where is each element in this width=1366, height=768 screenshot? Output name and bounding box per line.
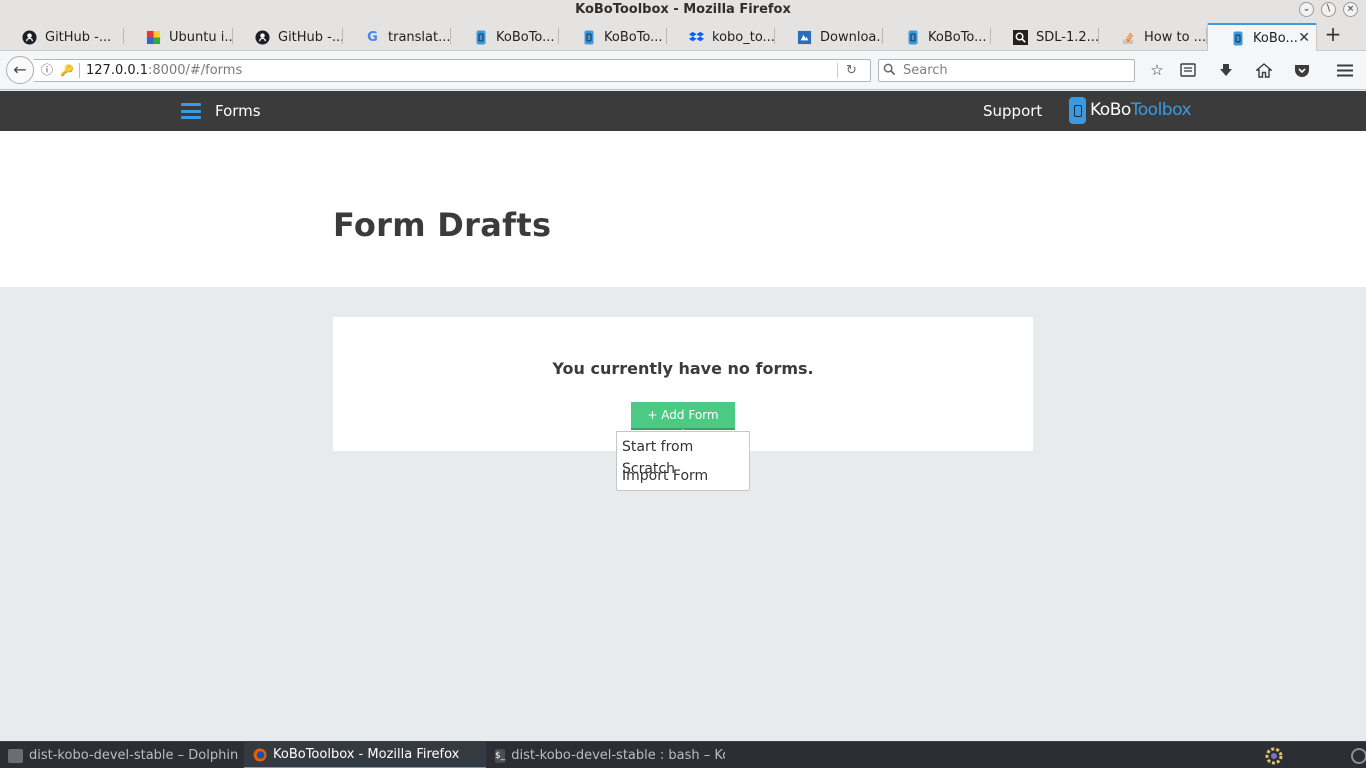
- download-icon[interactable]: [1215, 60, 1237, 82]
- taskbar-label: KoBoToolbox - Mozilla Firefox: [273, 747, 460, 762]
- stackoverflow-icon: [1121, 30, 1136, 45]
- window-title: KoBoToolbox - Mozilla Firefox: [575, 2, 791, 17]
- maximize-icon[interactable]: ∖: [1321, 2, 1336, 17]
- os-taskbar: dist-kobo-devel-stable – Dolphin KoBoToo…: [0, 741, 1366, 768]
- browser-tab[interactable]: GitHub -...: [0, 23, 124, 51]
- tab-strip: GitHub -... Ubuntu i... GitHub -... G tr…: [0, 20, 1366, 51]
- back-button[interactable]: ←: [6, 56, 34, 84]
- kobo-logo-icon: [1069, 96, 1086, 124]
- url-divider: [837, 63, 838, 78]
- firefox-icon: [252, 748, 267, 762]
- window-titlebar: KoBoToolbox - Mozilla Firefox ⌄ ∖ ×: [0, 0, 1366, 20]
- google-icon: G: [367, 29, 378, 45]
- kobo-icon: [905, 30, 920, 45]
- search-icon: [883, 59, 896, 83]
- search-site-icon: [1013, 29, 1028, 45]
- logo-text: KoBoToolbox: [1090, 100, 1192, 120]
- browser-tab[interactable]: G translat...: [343, 23, 451, 51]
- browser-tab[interactable]: KoBoTo...: [883, 23, 991, 51]
- taskbar-item-dolphin[interactable]: dist-kobo-devel-stable – Dolphin: [0, 742, 243, 768]
- url-host: 127.0.0.1: [86, 63, 149, 78]
- kobotoolbox-logo[interactable]: KoBoToolbox: [1069, 96, 1192, 124]
- tab-label: KoBoTo...: [604, 29, 663, 45]
- page-header: Form Drafts: [0, 131, 1366, 287]
- terminal-icon: $_: [495, 748, 506, 763]
- new-tab-icon[interactable]: +: [1321, 24, 1345, 46]
- nav-title-forms[interactable]: Forms: [215, 91, 261, 131]
- taskbar-label: dist-kobo-devel-stable – Dolphin: [29, 748, 239, 763]
- browser-tab[interactable]: Downloa...: [775, 23, 883, 51]
- start-from-scratch-option[interactable]: Start from Scratch: [617, 436, 749, 477]
- tab-label: kobo_to...: [712, 29, 775, 45]
- page-title: Form Drafts: [333, 206, 552, 244]
- close-tab-icon[interactable]: ✕: [1298, 30, 1310, 46]
- logo-word-toolbox: Toolbox: [1130, 100, 1192, 120]
- browser-tab-active[interactable]: KoBo... ✕: [1207, 23, 1317, 51]
- hamburger-menu-icon[interactable]: [181, 103, 201, 119]
- browser-tab[interactable]: SDL-1.2....: [991, 23, 1099, 51]
- kobo-icon: [473, 30, 488, 45]
- home-icon[interactable]: [1253, 60, 1275, 82]
- add-form-dropdown: Start from Scratch Import Form: [616, 431, 750, 491]
- browser-tab[interactable]: How to ...: [1099, 23, 1207, 51]
- browser-tab[interactable]: GitHub -...: [233, 23, 343, 51]
- bookmark-star-icon[interactable]: ☆: [1146, 60, 1168, 82]
- browser-tab[interactable]: kobo_to...: [667, 23, 775, 51]
- tab-label: GitHub -...: [278, 29, 343, 45]
- back-arrow-icon: ←: [13, 60, 27, 79]
- browser-tab[interactable]: KoBoTo...: [451, 23, 559, 51]
- system-tray-settings-icon[interactable]: [1265, 747, 1283, 765]
- info-icon[interactable]: ⓘ: [41, 60, 53, 81]
- search-placeholder: Search: [903, 63, 948, 78]
- reading-list-icon[interactable]: [1177, 60, 1199, 82]
- ubuntu-icon: [146, 30, 161, 45]
- url-bar[interactable]: ⓘ 🔑 127.0.0.1:8000/#/forms ↻: [34, 59, 871, 82]
- folder-icon: [8, 748, 23, 763]
- tab-label: KoBoTo...: [496, 29, 555, 45]
- empty-state-message: You currently have no forms.: [552, 359, 814, 378]
- url-path: :8000/#/forms: [148, 63, 243, 78]
- search-input[interactable]: Search: [878, 59, 1135, 82]
- close-window-icon[interactable]: ×: [1343, 2, 1358, 17]
- tab-label: How to ...: [1144, 29, 1207, 45]
- tab-label: Downloa...: [820, 29, 883, 45]
- url-text[interactable]: 127.0.0.1:8000/#/forms: [86, 60, 242, 81]
- add-form-button[interactable]: + Add Form: [631, 402, 735, 435]
- kobo-icon: [1230, 31, 1245, 46]
- download-site-icon: [797, 30, 812, 45]
- system-tray-clock-icon[interactable]: [1350, 747, 1366, 765]
- taskbar-item-firefox[interactable]: KoBoToolbox - Mozilla Firefox: [244, 742, 486, 768]
- logo-word-kobo: KoBo: [1090, 100, 1131, 120]
- kobo-icon: [581, 30, 596, 45]
- tab-label: KoBoTo...: [928, 29, 987, 45]
- tab-label: KoBo...: [1253, 30, 1298, 46]
- menu-icon[interactable]: [1334, 60, 1356, 82]
- minimize-icon[interactable]: ⌄: [1299, 2, 1314, 17]
- taskbar-label: dist-kobo-devel-stable : bash – Ko: [511, 748, 725, 763]
- import-form-option[interactable]: Import Form: [617, 465, 749, 494]
- taskbar-item-terminal[interactable]: $_ dist-kobo-devel-stable : bash – Ko: [487, 742, 725, 768]
- url-divider: [79, 63, 80, 78]
- navigation-toolbar: ⓘ 🔑 127.0.0.1:8000/#/forms ↻ ← Search ☆: [0, 51, 1366, 90]
- reload-icon[interactable]: ↻: [846, 60, 857, 81]
- browser-tab[interactable]: KoBoTo...: [559, 23, 667, 51]
- tab-label: Ubuntu i...: [169, 29, 233, 45]
- dropbox-icon: [689, 30, 704, 45]
- support-link[interactable]: Support: [983, 91, 1042, 131]
- github-icon: [255, 29, 270, 45]
- tab-label: SDL-1.2....: [1036, 29, 1099, 45]
- browser-tab[interactable]: Ubuntu i...: [124, 23, 233, 51]
- tab-label: GitHub -...: [45, 29, 112, 45]
- pocket-icon[interactable]: [1291, 60, 1313, 82]
- key-icon[interactable]: 🔑: [60, 60, 74, 81]
- github-icon: [22, 29, 37, 45]
- tab-label: translat...: [388, 29, 451, 45]
